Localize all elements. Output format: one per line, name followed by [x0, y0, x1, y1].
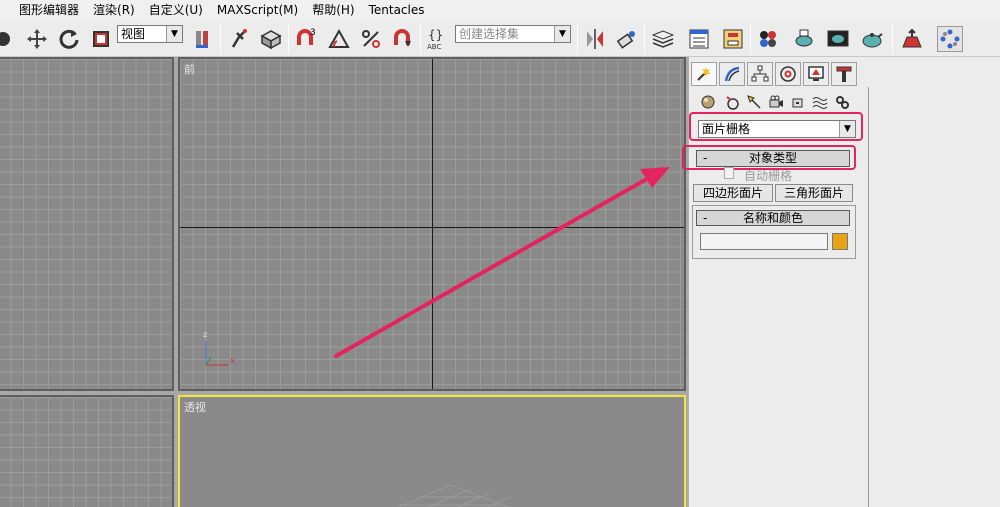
lights-subtab[interactable] — [744, 93, 764, 111]
reference-coordinate-dropdown[interactable]: 视图 ▼ — [117, 25, 183, 43]
spinner-snap-icon[interactable] — [390, 26, 416, 52]
tri-patch-button[interactable]: 三角形面片 — [775, 184, 853, 202]
menu-tentacles[interactable]: Tentacles — [362, 0, 432, 20]
align-icon[interactable] — [614, 26, 640, 52]
sphere-icon — [701, 95, 715, 109]
viewport-area: 前 z x 透视 — [0, 57, 688, 507]
chevron-down-icon: ▼ — [166, 26, 182, 42]
svg-text:ABC: ABC — [427, 43, 441, 51]
manipulate-icon[interactable] — [226, 26, 252, 52]
motion-icon — [780, 66, 796, 82]
quad-patch-button[interactable]: 四边形面片 — [693, 184, 773, 202]
toolbar-divider — [420, 24, 421, 54]
toolbar-divider — [644, 24, 645, 54]
snap-toggle-icon[interactable]: 3 — [293, 26, 319, 52]
tab-display[interactable] — [803, 62, 829, 86]
light-icon — [747, 95, 761, 109]
command-panel: 面片栅格 ▼ - 对象类型 自动栅格 四边形面片 三角形面片 - 名称和颜色 — [682, 57, 868, 507]
shapes-subtab[interactable] — [722, 93, 742, 111]
perspective-grid — [397, 484, 511, 507]
viewport-label[interactable]: 透视 — [184, 399, 206, 415]
viewport-front[interactable]: 前 z x — [178, 57, 686, 391]
toolbar-divider — [577, 24, 578, 54]
svg-text:{}: {} — [428, 28, 443, 42]
edit-named-selection-icon[interactable]: {} ABC — [425, 26, 451, 52]
cameras-subtab[interactable] — [766, 93, 786, 111]
auto-grid-checkbox[interactable] — [724, 167, 734, 179]
particle-view-icon[interactable] — [937, 26, 963, 52]
systems-subtab[interactable] — [832, 93, 852, 111]
space-warp-icon — [812, 97, 828, 109]
tab-motion[interactable] — [775, 62, 801, 86]
viewport-left[interactable] — [0, 395, 174, 507]
highlight-category-dropdown — [689, 112, 863, 141]
move-icon[interactable] — [24, 26, 50, 52]
object-name-input[interactable] — [700, 233, 828, 250]
mirror-icon[interactable] — [582, 26, 608, 52]
tab-utilities[interactable] — [831, 62, 857, 86]
toolbar-divider — [288, 24, 289, 54]
object-color-swatch[interactable] — [832, 233, 848, 250]
create-icon — [697, 67, 711, 81]
helper-icon — [792, 98, 803, 108]
gear-icon — [836, 96, 849, 109]
select-link-icon[interactable] — [0, 26, 16, 52]
space-warps-subtab[interactable] — [810, 93, 830, 111]
svg-text:z: z — [203, 330, 207, 339]
render-production-icon[interactable] — [859, 26, 885, 52]
toolbar-divider — [220, 24, 221, 54]
svg-text:x: x — [230, 356, 235, 365]
track-view-icon[interactable] — [686, 26, 712, 52]
modify-icon — [724, 66, 740, 82]
toolbar-divider — [892, 24, 893, 54]
menu-graph-editors[interactable]: 图形编辑器 — [12, 0, 86, 20]
menu-rendering[interactable]: 渲染(R) — [86, 0, 142, 20]
menu-customize[interactable]: 自定义(U) — [142, 0, 210, 20]
menu-help[interactable]: 帮助(H) — [305, 0, 361, 20]
world-axis-vertical — [432, 59, 433, 389]
pivot-center-icon[interactable] — [189, 26, 215, 52]
chevron-down-icon: ▼ — [554, 26, 570, 42]
render-setup-icon[interactable] — [791, 26, 817, 52]
hierarchy-icon — [751, 65, 769, 82]
helpers-subtab[interactable] — [788, 93, 808, 111]
container-icon[interactable] — [899, 26, 925, 52]
svg-text:3: 3 — [310, 28, 316, 38]
viewport-label[interactable]: 前 — [184, 61, 195, 77]
toolbar-divider — [750, 24, 751, 54]
rendered-frame-window-icon[interactable] — [825, 26, 851, 52]
tab-modify[interactable] — [719, 62, 745, 86]
shapes-icon — [726, 96, 739, 110]
scale-icon[interactable] — [88, 26, 114, 52]
viewport-top[interactable] — [0, 57, 174, 391]
material-editor-icon[interactable] — [755, 26, 781, 52]
schematic-view-icon[interactable] — [720, 26, 746, 52]
geometry-subtab[interactable] — [698, 93, 718, 111]
tab-create[interactable] — [691, 62, 717, 86]
menu-bar: 图形编辑器 渲染(R) 自定义(U) MAXScript(M) 帮助(H) Te… — [0, 0, 1000, 20]
keyboard-shortcut-icon[interactable] — [258, 26, 284, 52]
rotate-icon[interactable] — [56, 26, 82, 52]
name-color-rollout-header[interactable]: - 名称和颜色 — [696, 210, 850, 226]
right-panel-area — [868, 87, 1000, 507]
angle-snap-icon[interactable] — [326, 26, 352, 52]
camera-icon — [769, 95, 783, 108]
named-selection-set-dropdown[interactable]: 创建选择集 ▼ — [455, 25, 571, 43]
auto-grid-label: 自动栅格 — [744, 169, 793, 183]
tab-hierarchy[interactable] — [747, 62, 773, 86]
percent-snap-icon[interactable] — [358, 26, 384, 52]
menu-maxscript[interactable]: MAXScript(M) — [210, 0, 305, 20]
main-toolbar: 视图 ▼ 3 {} ABC 创建选择集 ▼ — [0, 20, 1000, 57]
viewport-perspective[interactable]: 透视 — [178, 395, 686, 507]
display-icon — [808, 66, 824, 81]
layer-manager-icon[interactable] — [650, 26, 676, 52]
hammer-icon — [836, 66, 852, 82]
axis-tripod-icon: z x — [203, 330, 235, 366]
